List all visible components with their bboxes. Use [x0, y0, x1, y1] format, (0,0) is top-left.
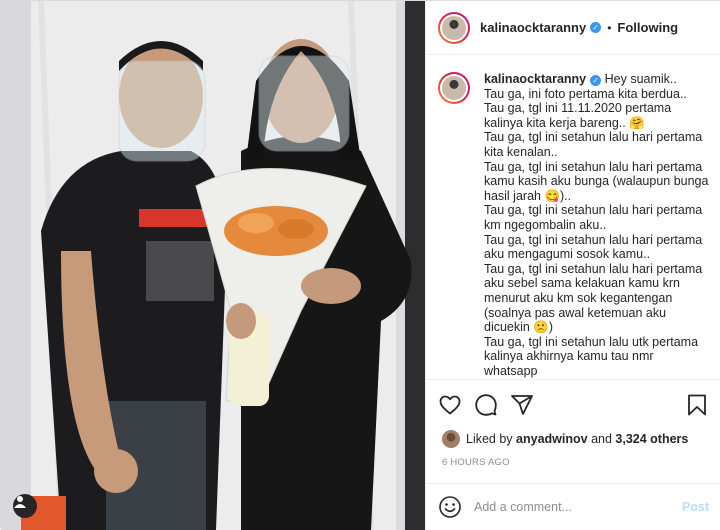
post-photo[interactable] [1, 1, 425, 530]
avatar-image [442, 15, 466, 40]
action-bar [426, 379, 720, 429]
author-username[interactable]: kalinaocktaranny [480, 20, 586, 35]
likes-prefix: Liked by [466, 432, 513, 446]
avatar-ring [440, 13, 468, 42]
comment-bar: Post [426, 483, 720, 530]
post-timestamp[interactable]: 6 HOURS AGO [442, 457, 510, 468]
share-icon [511, 394, 533, 415]
comment-button[interactable] [474, 393, 498, 417]
likes-row: Liked by anyadwinov and 3,324 others [442, 430, 688, 448]
instagram-post: kalinaocktaranny ✓ • Following kalinaock… [0, 0, 720, 530]
caption-avatar[interactable] [438, 72, 470, 104]
header-separator: • [607, 20, 612, 35]
avatar-image [442, 76, 466, 100]
emoji-button[interactable] [438, 495, 462, 519]
bookmark-icon [688, 394, 706, 415]
heart-icon [439, 395, 461, 414]
caption-username[interactable]: kalinaocktaranny [484, 72, 586, 86]
comment-icon [475, 393, 497, 416]
liker-username[interactable]: anyadwinov [516, 432, 588, 446]
caption-verified-icon: ✓ [590, 75, 602, 86]
user-tag-button[interactable] [13, 494, 37, 518]
caption-block: kalinaocktaranny ✓ Hey suamik.. Tau ga, i… [426, 56, 720, 378]
verified-badge-icon: ✓ [590, 22, 602, 33]
likes-joiner: and [591, 432, 612, 446]
like-button[interactable] [438, 393, 462, 417]
avatar-ring [440, 74, 468, 102]
following-button[interactable]: Following [617, 20, 678, 35]
share-button[interactable] [510, 393, 534, 417]
author-avatar[interactable] [438, 11, 470, 44]
post-comment-button[interactable]: Post [682, 500, 709, 514]
save-button[interactable] [685, 393, 709, 417]
caption-text: Hey suamik.. Tau ga, ini foto pertama ki… [484, 72, 709, 378]
photo-illustration [1, 1, 425, 530]
post-header: kalinaocktaranny ✓ • Following [426, 1, 720, 55]
liker-avatar[interactable] [442, 430, 460, 448]
post-sidebar: kalinaocktaranny ✓ • Following kalinaock… [425, 1, 720, 530]
user-tag-icon [14, 496, 26, 508]
caption-text-container: kalinaocktaranny ✓ Hey suamik.. Tau ga, i… [484, 72, 709, 378]
likes-others-link[interactable]: 3,324 others [615, 432, 688, 446]
comment-input[interactable] [474, 500, 682, 514]
emoji-icon [439, 496, 461, 518]
